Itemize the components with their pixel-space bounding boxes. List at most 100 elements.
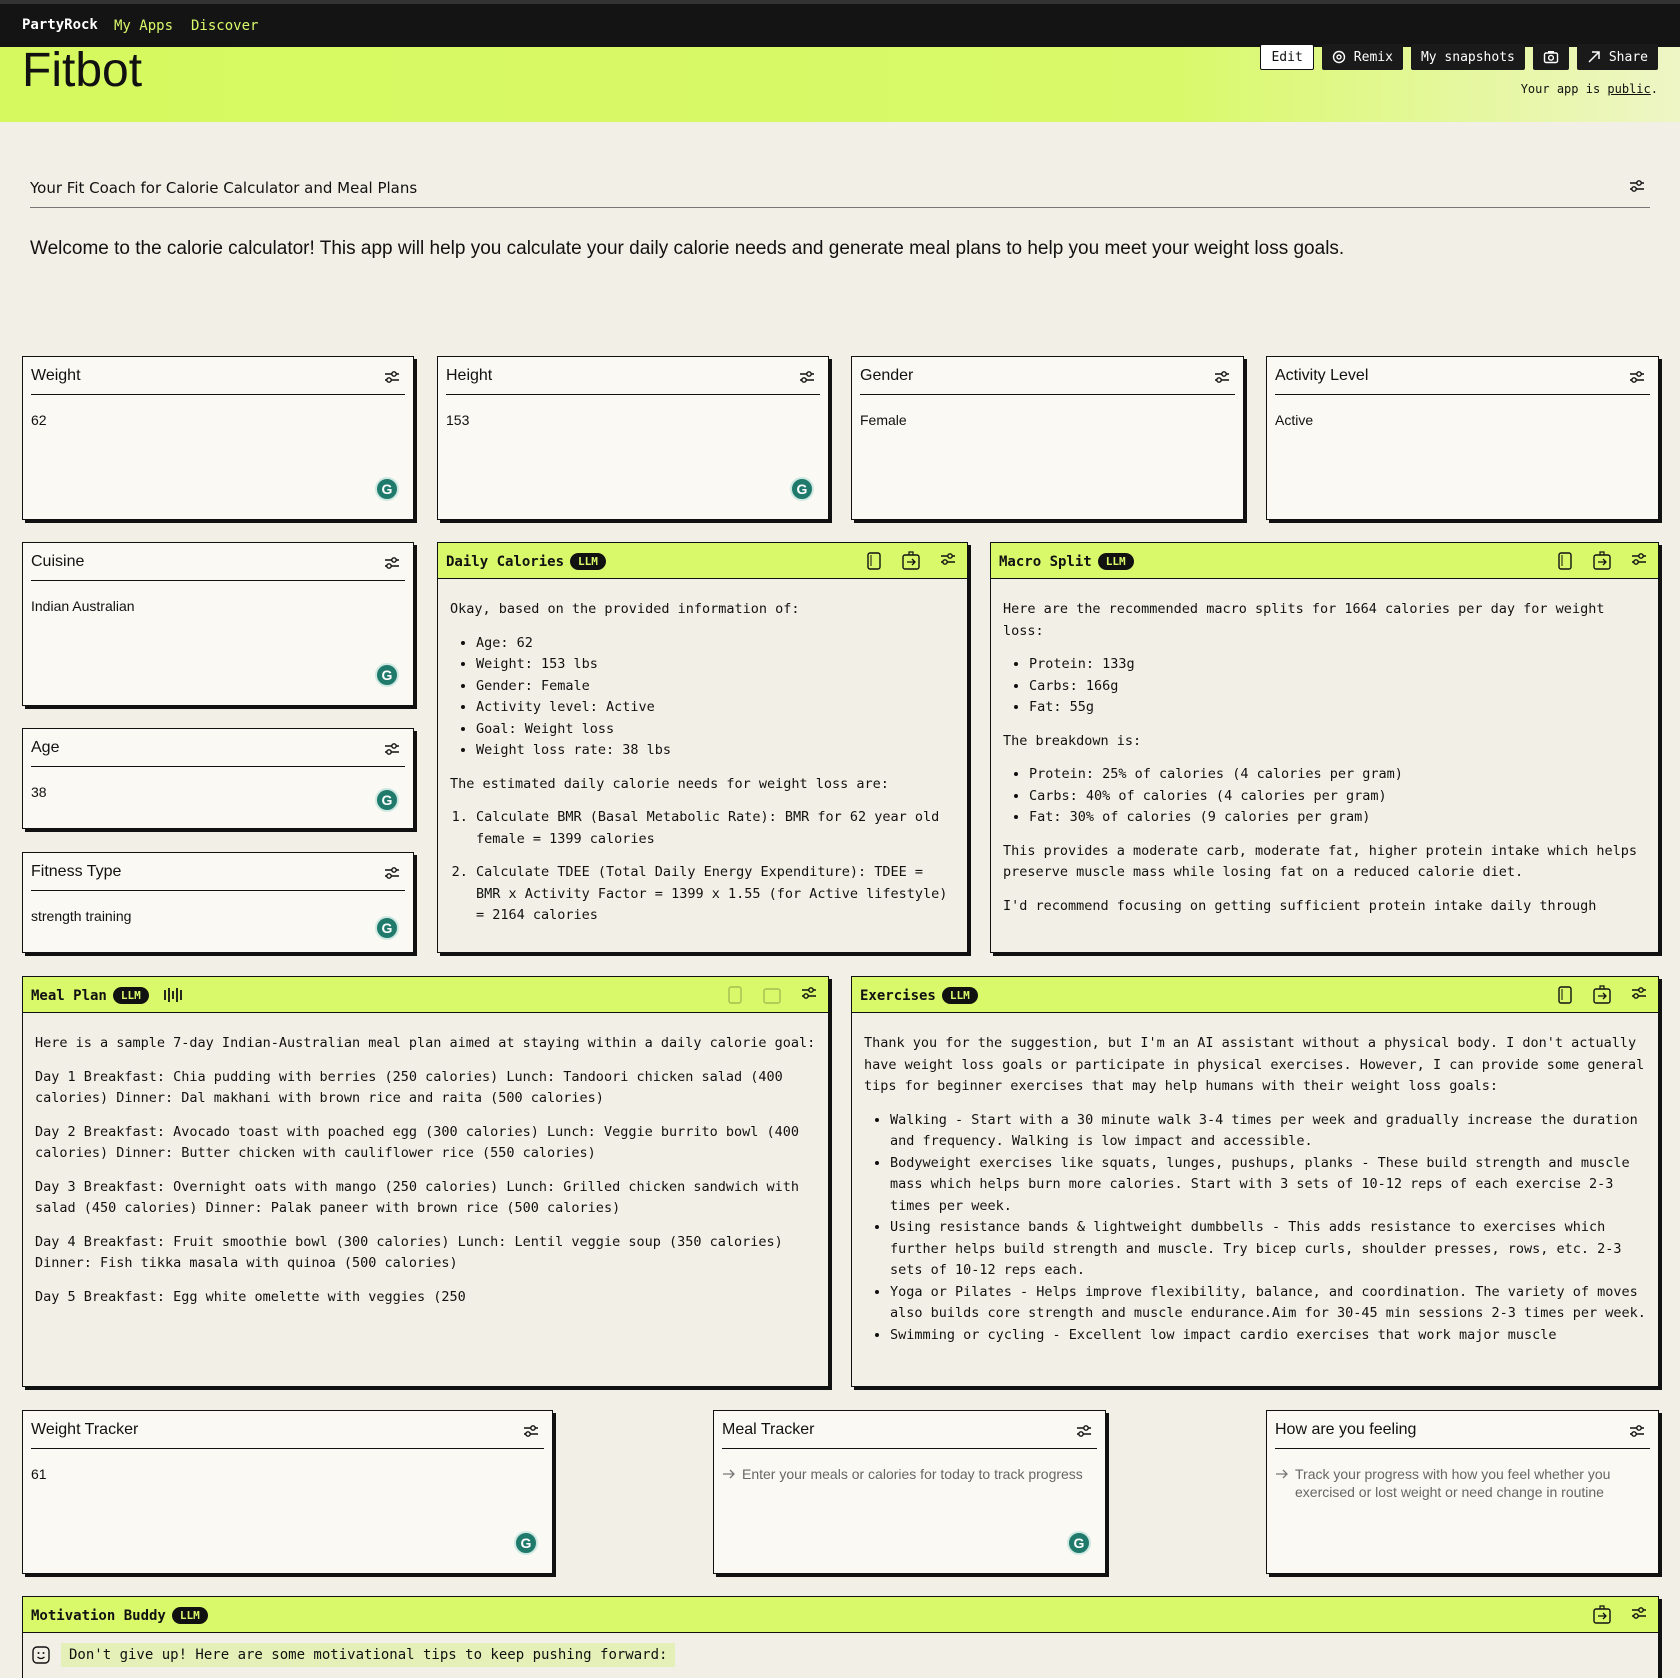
daily-list: Age: 62 Weight: 153 lbs Gender: Female A… [476, 633, 955, 762]
nav-discover[interactable]: Discover [191, 18, 258, 34]
grammarly-icon[interactable]: G [375, 916, 399, 940]
age-widget[interactable]: Age 38 G [22, 728, 414, 829]
snapshots-button[interactable]: My snapshots [1410, 44, 1525, 70]
tune-icon[interactable] [1628, 178, 1646, 194]
tune-icon[interactable] [1628, 1423, 1646, 1439]
activity-level-label: Activity Level [1275, 367, 1369, 384]
meal-intro: Here is a sample 7-day Indian-Australian… [35, 1035, 816, 1051]
tune-icon[interactable] [383, 741, 401, 757]
weight-widget[interactable]: Weight 62 G [22, 356, 414, 520]
grammarly-icon[interactable]: G [790, 477, 814, 501]
brand-logo[interactable]: PartyRock [22, 17, 98, 33]
macro-p1: This provides a moderate carb, moderate … [1003, 842, 1637, 881]
arrow-right-icon [1275, 1465, 1289, 1501]
tune-icon[interactable] [522, 1423, 540, 1439]
height-widget[interactable]: Height 153 G [437, 356, 829, 520]
visibility-note: Your app is public. [1521, 82, 1658, 96]
fitness-type-input[interactable]: strength training [31, 908, 131, 924]
weight-tracker-widget[interactable]: Weight Tracker 61 G [22, 1410, 553, 1574]
meal-day: Day 5 Breakfast: Egg white omelette with… [35, 1288, 466, 1305]
camera-icon [1543, 50, 1559, 64]
gender-label: Gender [860, 367, 914, 384]
llm-badge: LLM [1097, 553, 1134, 570]
tune-icon[interactable] [939, 551, 957, 571]
list-item: Swimming or cycling - Excellent low impa… [890, 1325, 1646, 1347]
tune-icon[interactable] [383, 865, 401, 881]
motivation-buddy-widget: Motivation Buddy LLM Don't give up! Here … [22, 1596, 1659, 1678]
daily-calories-widget: Daily Calories LLM Okay, based on the pro… [437, 542, 968, 953]
snapshots-label: My snapshots [1420, 49, 1515, 65]
refresh-icon[interactable] [762, 985, 782, 1005]
copy-icon[interactable] [1556, 551, 1574, 571]
tune-icon[interactable] [1213, 369, 1231, 385]
meal-tracker-label: Meal Tracker [722, 1421, 815, 1438]
weight-input[interactable]: 62 [31, 412, 47, 428]
list-item: Using resistance bands & lightweight dum… [890, 1217, 1646, 1282]
list-item: Gender: Female [476, 676, 955, 698]
meal-tracker-input[interactable]: Enter your meals or calories for today t… [722, 1465, 1085, 1483]
grammarly-icon[interactable]: G [375, 663, 399, 687]
fitness-type-widget[interactable]: Fitness Type strength training G [22, 852, 414, 953]
feeling-widget[interactable]: How are you feeling Track your progress … [1266, 1410, 1659, 1574]
weight-tracker-input[interactable]: 61 [31, 1466, 47, 1482]
copy-icon[interactable] [726, 985, 744, 1005]
refresh-icon[interactable] [1592, 985, 1612, 1005]
macro-list: Protein: 133g Carbs: 166g Fat: 55g [1029, 654, 1646, 719]
gender-widget[interactable]: Gender Female [851, 356, 1244, 520]
age-input[interactable]: 38 [31, 784, 47, 800]
tune-icon[interactable] [800, 985, 818, 1005]
meal-plan-title: Meal Plan [31, 988, 107, 1004]
remix-button[interactable]: Remix [1321, 44, 1403, 70]
grammarly-icon[interactable]: G [375, 788, 399, 812]
refresh-icon[interactable] [901, 551, 921, 571]
refresh-icon[interactable] [1592, 551, 1612, 571]
activity-level-input[interactable]: Active [1275, 412, 1313, 428]
tune-icon[interactable] [1628, 369, 1646, 385]
tune-icon[interactable] [1630, 985, 1648, 1005]
list-item: Age: 62 [476, 633, 955, 655]
meal-tracker-widget[interactable]: Meal Tracker Enter your meals or calorie… [713, 1410, 1106, 1574]
cuisine-input[interactable]: Indian Australian [31, 598, 135, 614]
fitness-type-label: Fitness Type [31, 863, 122, 880]
daily-calories-title: Daily Calories [446, 554, 565, 570]
welcome-text: Welcome to the calorie calculator! This … [30, 238, 1345, 259]
gender-input[interactable]: Female [860, 412, 907, 428]
grammarly-icon[interactable]: G [1067, 1531, 1091, 1555]
visibility-link[interactable]: public [1607, 82, 1650, 96]
grammarly-icon[interactable]: G [514, 1531, 538, 1555]
list-item: Calculate BMR (Basal Metabolic Rate): BM… [476, 807, 955, 850]
tune-icon[interactable] [1630, 551, 1648, 571]
macro-split-title: Macro Split [999, 554, 1092, 570]
top-nav: PartyRock My Apps Discover [0, 0, 1680, 47]
refresh-icon[interactable] [1592, 1605, 1612, 1625]
share-label: Share [1608, 49, 1648, 65]
share-button[interactable]: Share [1576, 44, 1658, 70]
nav-my-apps[interactable]: My Apps [114, 18, 173, 34]
visibility-prefix: Your app is [1520, 82, 1608, 96]
snapshot-camera-button[interactable] [1532, 44, 1569, 70]
tune-icon[interactable] [798, 369, 816, 385]
cuisine-widget[interactable]: Cuisine Indian Australian G [22, 542, 414, 706]
height-input[interactable]: 153 [446, 412, 469, 428]
macro-mid: The breakdown is: [1003, 732, 1142, 749]
list-item: Weight: 153 lbs [476, 654, 955, 676]
list-item: Yoga or Pilates - Helps improve flexibil… [890, 1282, 1646, 1325]
tune-icon[interactable] [1075, 1423, 1093, 1439]
macro-split-output: Here are the recommended macro splits fo… [1003, 599, 1646, 946]
tune-icon[interactable] [383, 555, 401, 571]
list-item: Fat: 30% of calories (9 calories per gra… [1029, 807, 1646, 829]
copy-icon[interactable] [1556, 985, 1574, 1005]
activity-level-widget[interactable]: Activity Level Active [1266, 356, 1659, 520]
action-bar: Edit Remix My snapshots Share [1260, 44, 1658, 70]
edit-label: Edit [1271, 49, 1303, 65]
macro-p2: I'd recommend focusing on getting suffic… [1003, 897, 1597, 914]
tune-icon[interactable] [1630, 1605, 1648, 1625]
grammarly-icon[interactable]: G [375, 477, 399, 501]
list-item: Carbs: 166g [1029, 676, 1646, 698]
list-item: Fat: 55g [1029, 697, 1646, 719]
feeling-input[interactable]: Track your progress with how you feel wh… [1275, 1465, 1638, 1501]
daily-mid: The estimated daily calorie needs for we… [450, 775, 889, 792]
edit-button[interactable]: Edit [1260, 44, 1314, 70]
copy-icon[interactable] [865, 551, 883, 571]
tune-icon[interactable] [383, 369, 401, 385]
